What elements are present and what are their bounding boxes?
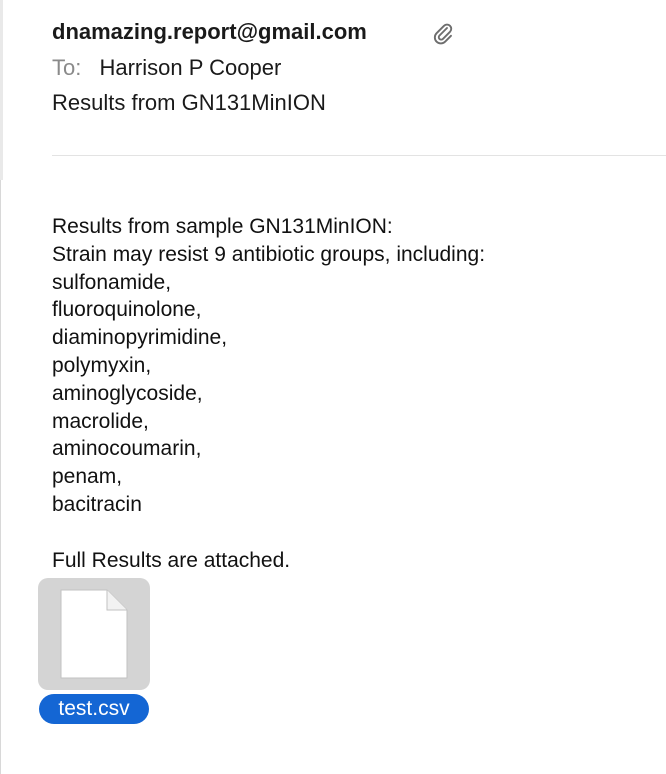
to-label: To: <box>52 55 82 80</box>
message-subject: Results from GN131MinION <box>52 90 326 115</box>
antibiotic-item: aminocoumarin, <box>52 437 202 461</box>
antibiotic-item: penam, <box>52 465 123 489</box>
antibiotic-item: sulfonamide, <box>52 270 172 294</box>
header-divider <box>52 155 666 156</box>
attachment-filename[interactable]: test.csv <box>39 694 149 724</box>
antibiotic-item: macrolide, <box>52 409 149 433</box>
body-line: Strain may resist 9 antibiotic groups, i… <box>52 242 486 266</box>
attachment[interactable]: test.csv <box>38 578 150 724</box>
body-footer: Full Results are attached. <box>52 548 291 572</box>
body-spacer <box>52 519 485 547</box>
body-line: Results from sample GN131MinION: <box>52 215 393 238</box>
antibiotic-item: diaminopyrimidine, <box>52 326 228 350</box>
message-body: Results from sample GN131MinION: Strain … <box>52 213 485 574</box>
sidebar-edge <box>0 0 3 180</box>
antibiotic-item: polymyxin, <box>52 353 152 377</box>
paperclip-icon <box>430 21 456 47</box>
recipient-row: To: Harrison P Cooper <box>52 53 666 83</box>
attachment-thumbnail[interactable] <box>38 578 150 690</box>
message-header: dnamazing.report@gmail.com To: Harrison … <box>52 16 666 118</box>
document-icon <box>59 588 129 685</box>
recipient-name[interactable]: Harrison P Cooper <box>99 55 281 80</box>
antibiotic-item: fluoroquinolone, <box>52 298 202 322</box>
antibiotic-item: aminoglycoside, <box>52 381 203 405</box>
sender-address[interactable]: dnamazing.report@gmail.com <box>52 16 666 48</box>
antibiotic-item: bacitracin <box>52 492 142 516</box>
